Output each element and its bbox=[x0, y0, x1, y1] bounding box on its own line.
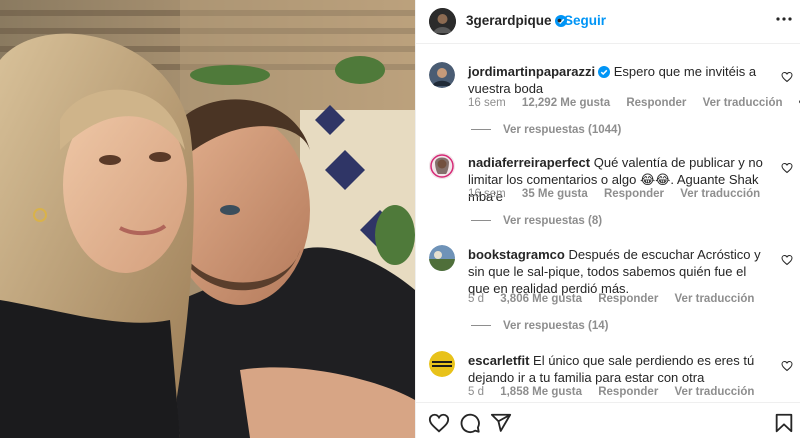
reply-button[interactable]: Responder bbox=[604, 188, 664, 200]
comment-time[interactable]: 16 sem bbox=[468, 188, 506, 200]
view-replies-label[interactable]: Ver respuestas (8) bbox=[503, 215, 602, 227]
comment-username[interactable]: bookstagramco bbox=[468, 247, 565, 262]
comment-time[interactable]: 5 d bbox=[468, 386, 484, 398]
comment-username[interactable]: nadiaferreiraperfect bbox=[468, 155, 590, 170]
share-icon[interactable] bbox=[490, 412, 512, 434]
heart-icon[interactable] bbox=[428, 412, 450, 434]
like-comment-heart-icon[interactable] bbox=[781, 71, 793, 83]
follow-button[interactable]: Seguir bbox=[564, 13, 606, 28]
comment-meta: 16 sem 35 Me gusta Responder Ver traducc… bbox=[468, 188, 773, 200]
comment-meta: 5 d 3,806 Me gusta Responder Ver traducc… bbox=[468, 293, 767, 305]
comment-body: escarletfit El único que sale perdiendo … bbox=[468, 352, 768, 386]
comment-meta: 5 d 1,858 Me gusta Responder Ver traducc… bbox=[468, 386, 767, 398]
author-username[interactable]: 3gerardpique bbox=[466, 13, 567, 28]
post-header: 3gerardpique • Seguir bbox=[416, 0, 800, 44]
comment-icon[interactable] bbox=[459, 412, 481, 434]
view-replies-button[interactable]: Ver respuestas (1044) bbox=[471, 124, 621, 136]
verified-badge-icon bbox=[598, 66, 611, 78]
comment-username[interactable]: jordimartinpaparazzi bbox=[468, 64, 595, 79]
author-username-text[interactable]: 3gerardpique bbox=[466, 13, 552, 28]
comment-time[interactable]: 5 d bbox=[468, 293, 484, 305]
comment-avatar[interactable] bbox=[429, 153, 455, 179]
reply-button[interactable]: Responder bbox=[598, 386, 658, 398]
comment-avatar[interactable] bbox=[429, 245, 455, 271]
comment-likes[interactable]: 3,806 Me gusta bbox=[500, 293, 582, 305]
view-replies-button[interactable]: Ver respuestas (14) bbox=[471, 320, 608, 332]
author-avatar[interactable] bbox=[429, 8, 456, 35]
comment-likes[interactable]: 1,858 Me gusta bbox=[500, 386, 582, 398]
comment-time[interactable]: 16 sem bbox=[468, 97, 506, 109]
post-photo-image bbox=[0, 0, 415, 438]
post-panel: 3gerardpique • Seguir jordimartinpaparaz… bbox=[415, 0, 800, 438]
reply-button[interactable]: Responder bbox=[626, 97, 686, 109]
comment-meta: 16 sem 12,292 Me gusta Responder Ver tra… bbox=[468, 97, 800, 109]
comment-avatar[interactable] bbox=[429, 351, 455, 377]
replies-divider bbox=[471, 325, 491, 327]
like-comment-heart-icon[interactable] bbox=[781, 360, 793, 372]
view-replies-button[interactable]: Ver respuestas (8) bbox=[471, 215, 602, 227]
comment-likes[interactable]: 35 Me gusta bbox=[522, 188, 588, 200]
header-separator: • bbox=[557, 12, 562, 28]
comment-body: jordimartinpaparazzi Espero que me invit… bbox=[468, 63, 768, 97]
bookmark-icon[interactable] bbox=[773, 412, 795, 434]
view-replies-label[interactable]: Ver respuestas (14) bbox=[503, 320, 608, 332]
like-comment-heart-icon[interactable] bbox=[781, 254, 793, 266]
more-options-icon[interactable] bbox=[774, 9, 794, 29]
comment-body: bookstagramco Después de escuchar Acróst… bbox=[468, 246, 768, 297]
view-replies-label[interactable]: Ver respuestas (1044) bbox=[503, 124, 621, 136]
post-actions-bar bbox=[416, 402, 800, 438]
reply-button[interactable]: Responder bbox=[598, 293, 658, 305]
translate-button[interactable]: Ver traducción bbox=[675, 293, 755, 305]
comment-likes[interactable]: 12,292 Me gusta bbox=[522, 97, 610, 109]
comment-username[interactable]: escarletfit bbox=[468, 353, 529, 368]
translate-button[interactable]: Ver traducción bbox=[703, 97, 783, 109]
replies-divider bbox=[471, 129, 491, 131]
comment-avatar[interactable] bbox=[429, 62, 455, 88]
replies-divider bbox=[471, 220, 491, 222]
like-comment-heart-icon[interactable] bbox=[781, 162, 793, 174]
translate-button[interactable]: Ver traducción bbox=[680, 188, 760, 200]
post-photo[interactable] bbox=[0, 0, 415, 438]
translate-button[interactable]: Ver traducción bbox=[675, 386, 755, 398]
